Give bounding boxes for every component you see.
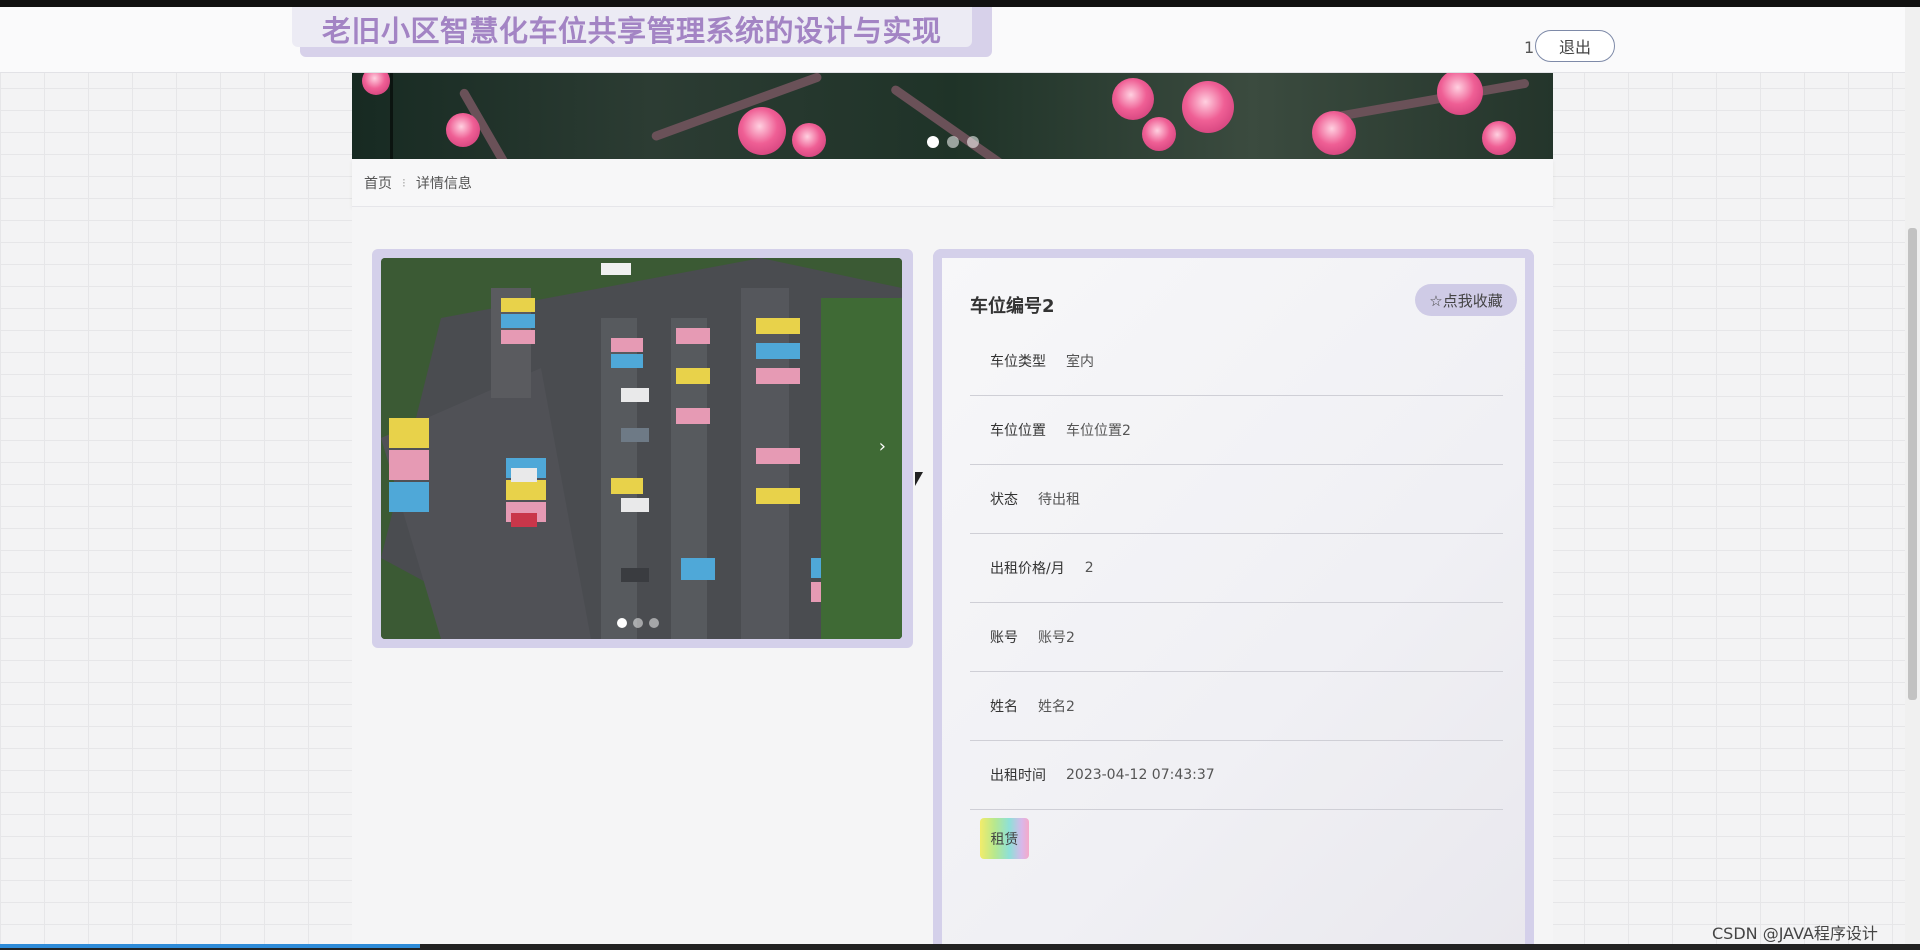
banner-pagination (927, 136, 979, 148)
detail-row-status: 状态 待出租 (970, 465, 1503, 534)
detail-row-price: 出租价格/月 2 (970, 534, 1503, 603)
row-value: 账号2 (1038, 630, 1075, 646)
banner-blossom (1437, 73, 1483, 115)
row-value: 姓名2 (1038, 699, 1075, 715)
banner-blossom (1182, 81, 1234, 133)
gallery-next-button[interactable]: › (879, 436, 886, 457)
row-label: 车位类型 (990, 354, 1046, 370)
detail-row-type: 车位类型 室内 (970, 327, 1503, 396)
banner-blossom (1112, 78, 1154, 120)
banner-branch (1331, 78, 1530, 122)
gallery-pagination (617, 618, 659, 628)
image-gallery: › (372, 249, 913, 648)
parking-spot-title: 车位编号2 (970, 296, 1055, 317)
row-value: 室内 (1066, 354, 1094, 370)
window-top-edge (0, 0, 1920, 7)
detail-row-location: 车位位置 车位位置2 (970, 396, 1503, 465)
site-title: 老旧小区智慧化车位共享管理系统的设计与实现 (322, 14, 942, 48)
row-label: 出租时间 (990, 768, 1046, 784)
breadcrumb: 首页 ⁝ 详情信息 (352, 159, 1553, 207)
row-label: 账号 (990, 630, 1018, 646)
detail-card: 车位编号2 ☆点我收藏 车位类型 室内 车位位置 车位位置2 状态 待出租 出租… (933, 249, 1534, 950)
detail-row-rent-time: 出租时间 2023-04-12 07:43:37 (970, 741, 1503, 810)
banner-blossom (738, 107, 786, 155)
breadcrumb-separator: ⁝ (402, 175, 406, 190)
banner-dot[interactable] (947, 136, 959, 148)
breadcrumb-current: 详情信息 (415, 175, 472, 192)
site-header: 1 退出 (0, 7, 1905, 73)
mouse-cursor-icon (915, 472, 923, 486)
row-value: 车位位置2 (1066, 423, 1131, 439)
row-label: 姓名 (990, 699, 1018, 715)
gallery-dot[interactable] (649, 618, 659, 628)
page-scrollbar-thumb[interactable] (1908, 228, 1917, 700)
breadcrumb-home[interactable]: 首页 (364, 173, 392, 193)
row-value: 待出租 (1038, 492, 1080, 508)
gallery-dot[interactable] (617, 618, 627, 628)
banner-blossom (792, 123, 826, 157)
detail-row-name: 姓名 姓名2 (970, 672, 1503, 741)
parking-lot-image: › (381, 258, 902, 639)
banner-blossom (446, 113, 480, 147)
favorite-button[interactable]: ☆点我收藏 (1415, 284, 1517, 316)
banner-blossom (1312, 111, 1356, 155)
banner-carousel[interactable] (352, 73, 1553, 159)
rent-button[interactable]: 租赁 (980, 818, 1029, 859)
row-label: 状态 (990, 492, 1018, 508)
video-progress-bar (0, 944, 420, 948)
row-value: 2023-04-12 07:43:37 (1066, 767, 1215, 783)
watermark: CSDN @JAVA程序设计 (1712, 924, 1878, 943)
row-label: 车位位置 (990, 423, 1046, 439)
banner-blossom (362, 73, 390, 95)
banner-dot[interactable] (967, 136, 979, 148)
row-value: 2 (1084, 560, 1094, 576)
gallery-dot[interactable] (633, 618, 643, 628)
parking-lot-photo (381, 258, 902, 639)
banner-divider (390, 73, 393, 159)
banner-dot[interactable] (927, 136, 939, 148)
banner-blossom (1482, 121, 1516, 155)
detail-row-account: 账号 账号2 (970, 603, 1503, 672)
user-count: 1 (1524, 38, 1535, 57)
banner-blossom (1142, 117, 1176, 151)
logout-button[interactable]: 退出 (1535, 30, 1615, 62)
row-label: 出租价格/月 (990, 561, 1065, 577)
